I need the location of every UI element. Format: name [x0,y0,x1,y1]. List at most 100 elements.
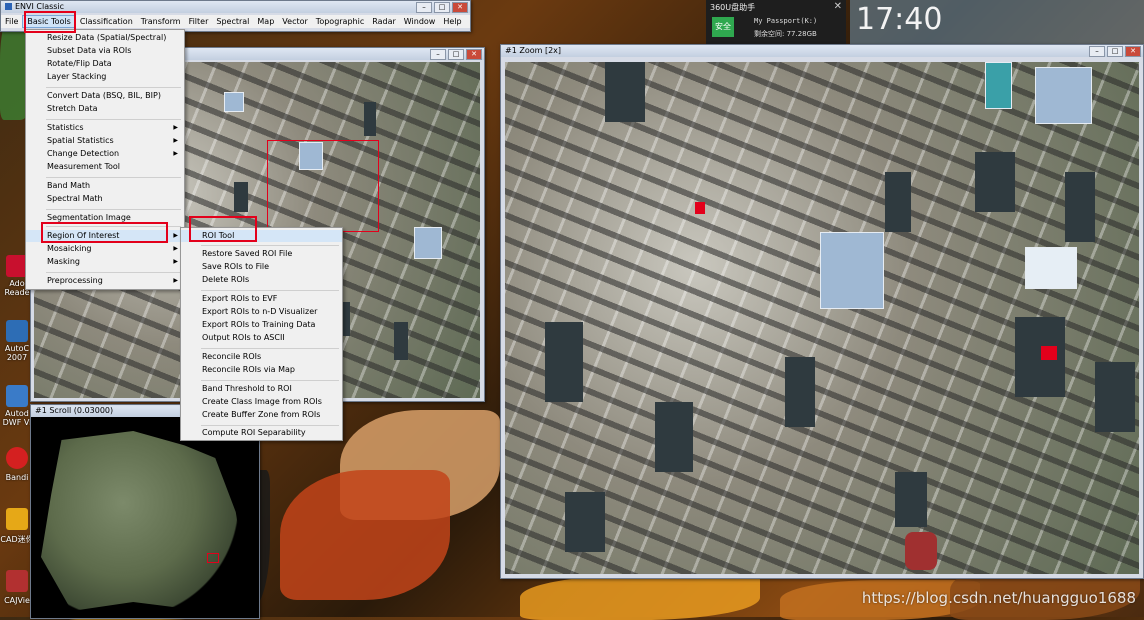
menu-item-stretch-data[interactable]: Stretch Data [26,103,184,115]
desktop-icon-dwf-viewer[interactable]: Autod DWF Vi [0,385,34,435]
watermark-text: https://blog.csdn.net/huangguo1688 [861,589,1136,607]
envi-main-window[interactable]: ENVI Classic – □ ✕ File Basic Tools Clas… [0,0,471,32]
menu-map[interactable]: Map [253,15,278,28]
menu-separator [201,290,339,291]
menu-window[interactable]: Window [400,15,440,28]
submenu-arrow-icon: ▶ [173,232,178,239]
menu-item-measurement-tool[interactable]: Measurement Tool [26,161,184,173]
menu-radar[interactable]: Radar [368,15,400,28]
zoom-window[interactable]: #1 Zoom [2x] – □ ✕ [500,44,1144,579]
envi-menubar: File Basic Tools Classification Transfor… [1,15,470,28]
maximize-button[interactable]: □ [1107,46,1123,57]
menu-item-mosaicking[interactable]: Mosaicking ▶ [26,243,184,255]
menu-item-statistics[interactable]: Statistics ▶ [26,122,184,134]
menu-separator [46,177,181,178]
menu-filter[interactable]: Filter [185,15,213,28]
desktop-icon-bandicam[interactable]: Bandi [0,447,34,492]
minimize-button[interactable]: – [430,49,446,60]
menu-item-region-of-interest[interactable]: Region Of Interest ▶ [26,230,184,242]
menu-separator [201,348,339,349]
menu-item-create-buffer-zone[interactable]: Create Buffer Zone from ROIs [181,409,342,421]
menu-transform[interactable]: Transform [137,15,185,28]
sports-track [905,532,937,570]
scroll-viewport-box[interactable] [207,553,219,563]
menu-separator [46,272,181,273]
bandicam-icon [6,447,28,469]
envi-logo-icon [5,3,12,10]
envi-window-title: ENVI Classic [15,2,65,11]
menu-item-spectral-math[interactable]: Spectral Math [26,193,184,205]
menu-separator [46,226,181,227]
menu-item-output-ascii[interactable]: Output ROIs to ASCII [181,332,342,344]
submenu-arrow-icon: ▶ [173,258,178,265]
zoom-area-box[interactable] [267,140,379,232]
desktop-icon-autocad[interactable]: AutoC 2007 [0,320,34,370]
minimize-button[interactable]: – [1089,46,1105,57]
menu-basic-tools[interactable]: Basic Tools [22,15,76,28]
cajviewer-icon [6,570,28,592]
autocad-icon [6,320,28,342]
menu-item-rotate-flip[interactable]: Rotate/Flip Data [26,58,184,70]
close-button[interactable]: ✕ [1125,46,1141,57]
menu-item-resize-data[interactable]: Resize Data (Spatial/Spectral) [26,32,184,44]
close-button[interactable]: ✕ [452,2,468,13]
submenu-arrow-icon: ▶ [173,137,178,144]
menu-item-segmentation-image[interactable]: Segmentation Image [26,212,184,224]
close-button[interactable]: ✕ [466,49,482,60]
menu-item-masking[interactable]: Masking ▶ [26,256,184,268]
dwf-viewer-icon [6,385,28,407]
zoom-window-titlebar[interactable]: #1 Zoom [2x] – □ ✕ [501,45,1143,57]
usb-popup-title: 360U盘助手 [710,3,756,12]
scroll-window-title: #1 Scroll (0.03000) [35,406,114,415]
menu-item-preprocessing[interactable]: Preprocessing ▶ [26,275,184,287]
desktop-clock: 17:40 [856,2,943,37]
usb-assistant-popup: 360U盘助手 ✕ 安全 My Passport(K:) 剩余空间: 77.28… [706,0,846,45]
menu-item-spatial-statistics[interactable]: Spatial Statistics ▶ [26,135,184,147]
menu-separator [201,425,339,426]
menu-item-band-threshold[interactable]: Band Threshold to ROI [181,383,342,395]
menu-item-reconcile-rois-map[interactable]: Reconcile ROIs via Map [181,364,342,376]
menu-item-roi-tool[interactable]: ROI Tool [181,230,342,242]
menu-item-export-training[interactable]: Export ROIs to Training Data [181,319,342,331]
submenu-arrow-icon: ▶ [173,245,178,252]
menu-classification[interactable]: Classification [76,15,137,28]
desktop-icon-cad-mini[interactable]: CAD迷你 [0,508,34,553]
basic-tools-dropdown: Resize Data (Spatial/Spectral) Subset Da… [25,29,185,290]
menu-item-change-detection[interactable]: Change Detection ▶ [26,148,184,160]
menu-item-restore-roi-file[interactable]: Restore Saved ROI File [181,248,342,260]
menu-vector[interactable]: Vector [278,15,312,28]
usb-safe-badge: 安全 [712,17,734,37]
menu-item-delete-rois[interactable]: Delete ROIs [181,274,342,286]
menu-separator [46,87,181,88]
menu-item-save-rois[interactable]: Save ROIs to File [181,261,342,273]
menu-item-subset-data[interactable]: Subset Data via ROIs [26,45,184,57]
roi-red-polygon [695,202,705,214]
menu-item-create-class-image[interactable]: Create Class Image from ROIs [181,396,342,408]
zoom-window-canvas[interactable] [505,62,1139,574]
menu-item-export-evf[interactable]: Export ROIs to EVF [181,293,342,305]
roi-submenu: ROI Tool Restore Saved ROI File Save ROI… [180,227,343,441]
close-icon[interactable]: ✕ [834,1,842,12]
minimize-button[interactable]: – [416,2,432,13]
roi-red-polygon-2 [1041,346,1057,360]
menu-item-band-math[interactable]: Band Math [26,180,184,192]
maximize-button[interactable]: □ [448,49,464,60]
usb-device-name: My Passport(K:) [754,17,818,25]
scroll-window-image[interactable] [37,425,251,617]
menu-topographic[interactable]: Topographic [312,15,368,28]
envi-titlebar[interactable]: ENVI Classic – □ ✕ [1,1,470,13]
menu-item-reconcile-rois[interactable]: Reconcile ROIs [181,351,342,363]
menu-item-compute-separability[interactable]: Compute ROI Separability [181,427,342,439]
menu-item-convert-data[interactable]: Convert Data (BSQ, BIL, BIP) [26,90,184,102]
maximize-button[interactable]: □ [434,2,450,13]
menu-file[interactable]: File [1,15,22,28]
menu-separator [201,380,339,381]
desktop-icon-cajviewer[interactable]: CAJVie [0,570,34,615]
submenu-arrow-icon: ▶ [173,277,178,284]
menu-item-layer-stacking[interactable]: Layer Stacking [26,71,184,83]
submenu-arrow-icon: ▶ [173,150,178,157]
menu-item-export-nd[interactable]: Export ROIs to n-D Visualizer [181,306,342,318]
menu-help[interactable]: Help [439,15,465,28]
menu-separator [201,245,339,246]
menu-spectral[interactable]: Spectral [212,15,253,28]
